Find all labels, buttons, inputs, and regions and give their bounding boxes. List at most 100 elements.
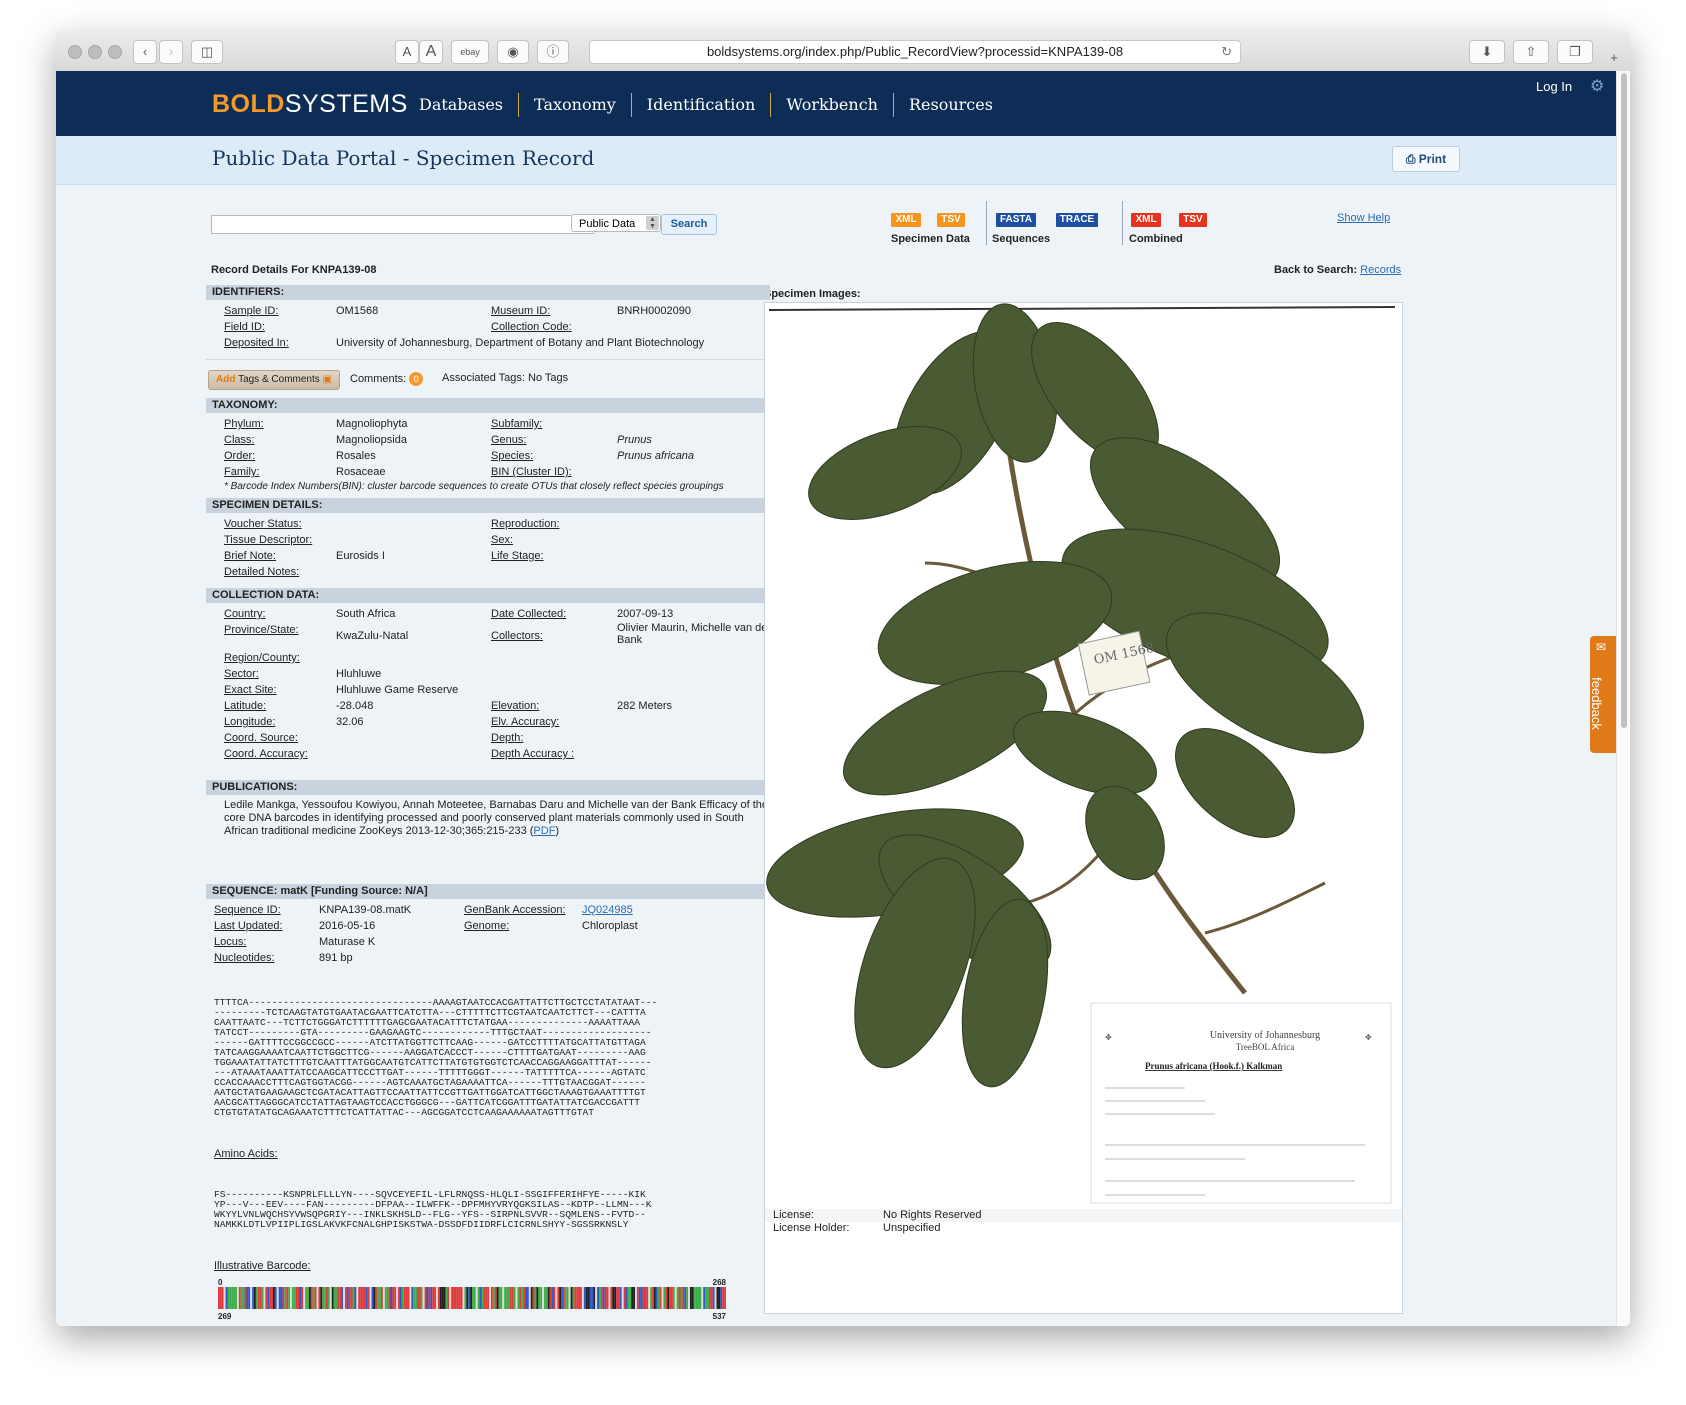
label[interactable]: Sequence ID:: [214, 902, 319, 918]
label[interactable]: GenBank Accession:: [464, 902, 582, 918]
label[interactable]: Date Collected:: [491, 606, 617, 622]
search-scope-select[interactable]: Public Data ▲ ▼: [571, 214, 661, 232]
specimen-herbarium-image[interactable]: OM 1568 University of Johannesburg TreeB…: [765, 303, 1402, 1313]
combined-tsv-download[interactable]: TSV: [1179, 213, 1207, 227]
search-input[interactable]: [211, 215, 594, 234]
label[interactable]: Tissue Descriptor:: [224, 532, 336, 548]
barcode-stripe: [477, 1287, 480, 1309]
label[interactable]: Subfamily:: [491, 416, 617, 432]
specimen-tsv-download[interactable]: TSV: [937, 213, 965, 227]
combined-xml-download[interactable]: XML: [1131, 213, 1161, 227]
sequences-fasta-download[interactable]: FASTA: [996, 213, 1036, 227]
reload-icon[interactable]: ↻: [1221, 41, 1232, 63]
value: University of Johannesburg, Department o…: [336, 337, 705, 349]
add-tags-comments-button[interactable]: Add Tags & Comments ▣: [208, 370, 340, 390]
label[interactable]: Genus:: [491, 432, 617, 448]
nav-workbench[interactable]: Workbench: [770, 93, 893, 117]
label[interactable]: Class:: [224, 432, 336, 448]
address-bar[interactable]: boldsystems.org/index.php/Public_RecordV…: [589, 40, 1241, 64]
value: Prunus africana: [617, 450, 695, 462]
label[interactable]: Region/County:: [224, 650, 336, 666]
show-help-link[interactable]: Show Help: [1337, 212, 1390, 224]
label[interactable]: Voucher Status:: [224, 516, 336, 532]
nav-resources[interactable]: Resources: [892, 93, 1008, 117]
extension-icon[interactable]: ◉: [497, 40, 529, 64]
barcode-stripe: [426, 1287, 429, 1309]
label[interactable]: Family:: [224, 464, 336, 480]
nav-identification[interactable]: Identification: [630, 93, 771, 117]
zoom-window-button[interactable]: [108, 45, 122, 59]
label[interactable]: Species:: [491, 448, 617, 464]
label[interactable]: Elv. Accuracy:: [491, 714, 617, 730]
search-button[interactable]: Search: [661, 214, 717, 235]
bold-systems-logo[interactable]: BOLDSYSTEMS: [212, 90, 408, 119]
label[interactable]: Coord. Accuracy:: [224, 746, 336, 762]
forward-button[interactable]: ›: [159, 40, 183, 64]
label[interactable]: Phylum:: [224, 416, 336, 432]
print-button[interactable]: ⎙ Print: [1392, 146, 1460, 172]
barcode-stripe: [308, 1287, 311, 1309]
login-link[interactable]: Log In: [1536, 79, 1572, 94]
barcode-stripe: [504, 1287, 507, 1309]
label[interactable]: Latitude:: [224, 698, 336, 714]
barcode-stripe: [257, 1287, 260, 1309]
label[interactable]: Detailed Notes:: [224, 564, 336, 580]
pdf-link[interactable]: PDF: [533, 825, 555, 837]
label[interactable]: Sector:: [224, 666, 336, 682]
tabs-icon[interactable]: ❐: [1557, 40, 1593, 64]
barcode-stripe: [303, 1287, 306, 1309]
label[interactable]: Nucleotides:: [214, 950, 319, 966]
minimize-window-button[interactable]: [88, 45, 102, 59]
label[interactable]: Province/State:: [224, 622, 336, 650]
downloads-icon[interactable]: ⬇: [1469, 40, 1505, 64]
barcode-stripe: [697, 1287, 700, 1309]
value: [336, 532, 491, 548]
label[interactable]: Exact Site:: [224, 682, 336, 698]
barcode-stripe: [691, 1287, 694, 1309]
genbank-link[interactable]: JQ024985: [582, 902, 742, 918]
bookmark-ebay[interactable]: ebay: [451, 40, 489, 64]
scrollbar-thumb[interactable]: [1621, 73, 1627, 728]
barcode-stripe: [540, 1287, 543, 1309]
back-button[interactable]: ‹: [133, 40, 157, 64]
label[interactable]: Collectors:: [491, 622, 617, 650]
label[interactable]: Last Updated:: [214, 918, 319, 934]
nav-databases[interactable]: Databases: [404, 93, 518, 117]
sidebar-icon[interactable]: ◫: [191, 40, 223, 64]
nav-taxonomy[interactable]: Taxonomy: [518, 93, 631, 117]
barcode-stripe: [648, 1287, 651, 1309]
records-link[interactable]: Records: [1360, 264, 1401, 276]
specimen-xml-download[interactable]: XML: [891, 213, 921, 227]
barcode-strip: [218, 1287, 726, 1309]
share-icon[interactable]: ⇧: [1513, 40, 1549, 64]
gear-icon[interactable]: ⚙: [1590, 76, 1604, 96]
label[interactable]: Order:: [224, 448, 336, 464]
label[interactable]: Longitude:: [224, 714, 336, 730]
label[interactable]: Life Stage:: [491, 548, 617, 564]
label[interactable]: Locus:: [214, 934, 319, 950]
label[interactable]: Genome:: [464, 918, 582, 934]
page-scrollbar[interactable]: [1616, 71, 1630, 1326]
feedback-tab[interactable]: ✉ feedback: [1589, 636, 1616, 753]
new-tab-icon[interactable]: +: [1603, 47, 1625, 69]
font-larger-button[interactable]: A: [419, 40, 443, 64]
label[interactable]: Depth:: [491, 730, 617, 746]
info-icon[interactable]: ⓘ: [537, 40, 569, 64]
barcode-stripe: [390, 1287, 393, 1309]
barcode-stripe: [329, 1287, 332, 1309]
comments-count[interactable]: 0: [409, 372, 424, 386]
sequences-trace-download[interactable]: TRACE: [1056, 213, 1098, 227]
barcode-stripe: [324, 1287, 327, 1309]
label[interactable]: BIN (Cluster ID):: [491, 464, 617, 480]
font-smaller-button[interactable]: A: [395, 40, 419, 64]
label[interactable]: Depth Accuracy :: [491, 746, 617, 762]
label[interactable]: Sex:: [491, 532, 617, 548]
label[interactable]: Brief Note:: [224, 548, 336, 564]
label[interactable]: Country:: [224, 606, 336, 622]
browser-window: ‹ › ◫ A A ebay ◉ ⓘ boldsystems.org/index…: [56, 31, 1630, 1326]
label[interactable]: Reproduction:: [491, 516, 617, 532]
label[interactable]: Elevation:: [491, 698, 617, 714]
label[interactable]: Coord. Source:: [224, 730, 336, 746]
close-window-button[interactable]: [68, 45, 82, 59]
combined-label: Combined: [1129, 233, 1183, 245]
